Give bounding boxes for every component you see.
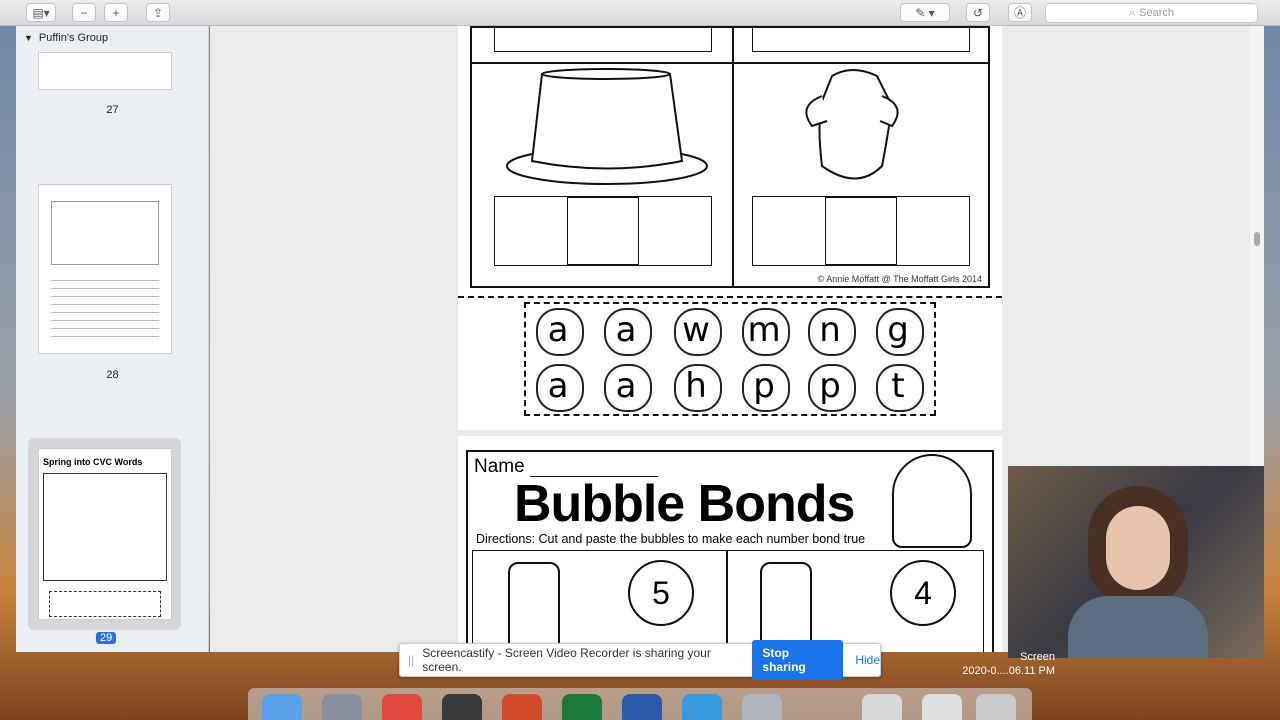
letter-card[interactable]: g [870, 306, 926, 356]
banner-text: Screencastify - Screen Video Recorder is… [422, 646, 711, 674]
bond-circle: 5 [628, 560, 694, 626]
letter-card[interactable]: w [668, 306, 724, 356]
trash-icon[interactable] [976, 694, 1016, 720]
letter-card[interactable]: p [736, 362, 792, 412]
disclosure-triangle-icon: ▼ [24, 33, 33, 43]
desktop-file-label: Screen 2020-0....06.11 PM [962, 651, 1055, 677]
letter-card[interactable]: m [736, 306, 792, 356]
bubble-bottle-image [508, 562, 560, 652]
group-header[interactable]: ▼ Puffin's Group [24, 32, 108, 44]
letter-card[interactable]: h [668, 362, 724, 412]
word-icon[interactable] [622, 694, 662, 720]
screen-share-banner: || Screencastify - Screen Video Recorder… [399, 640, 881, 680]
bubble-bonds-page: Name Bubble Bonds Directions: Cut and pa… [458, 436, 1002, 652]
letter-card[interactable]: p [802, 362, 858, 412]
zoom-in-icon: + [112, 5, 120, 20]
worksheet-page: © Annie Moffatt @ The Moffatt Girls 2014… [458, 26, 1002, 430]
bubble-bottle-image [760, 562, 812, 652]
folder-icon[interactable] [922, 694, 962, 720]
thumbnail-sidebar: ▼ Puffin's Group 27 28 Spring into CVC Wo… [16, 26, 209, 652]
letter-cards: a a w m n g a a h p p t [524, 302, 936, 416]
bubble-bonds-sheet: Name Bubble Bonds Directions: Cut and pa… [466, 450, 994, 652]
answer-boxes-dog [752, 196, 970, 266]
preview-icon[interactable] [742, 694, 782, 720]
drag-handle-icon[interactable]: || [408, 653, 414, 667]
zoom-out-icon: − [80, 5, 88, 20]
letter-card[interactable]: a [530, 362, 586, 412]
search-field[interactable]: ⌕ Search [1045, 3, 1258, 23]
annotate-button[interactable]: Ⓐ [1008, 3, 1032, 22]
page-thumbnail-28[interactable] [38, 184, 172, 354]
letter-card[interactable]: a [530, 306, 586, 356]
thumb-title: Spring into CVC Words [43, 457, 143, 467]
chrome-icon[interactable] [382, 694, 422, 720]
webcam-overlay [1008, 466, 1264, 658]
hide-button[interactable]: Hide [855, 653, 880, 667]
worksheet-title: Bubble Bonds [514, 475, 855, 533]
letter-card[interactable]: t [870, 362, 926, 412]
annotate-icon: Ⓐ [1013, 6, 1026, 20]
document-icon[interactable] [862, 694, 902, 720]
launchpad-icon[interactable] [322, 694, 362, 720]
zoom-in-button[interactable]: + [104, 3, 128, 22]
page-number-28: 28 [106, 369, 119, 381]
share-icon: ⇪ [152, 5, 164, 20]
rotate-button[interactable]: ↺ [966, 3, 990, 22]
directions-text: Directions: Cut and paste the bubbles to… [476, 532, 866, 546]
share-button[interactable]: ⇪ [146, 3, 170, 22]
sidebar-toggle-button[interactable]: ▤▾ [26, 3, 56, 22]
page-thumbnail-29[interactable]: Spring into CVC Words [38, 448, 172, 620]
preview-toolbar: ▤▾ − + ⇪ ✎ ▾ ↺ Ⓐ ⌕ Search [0, 0, 1280, 26]
search-icon: ⌕ [1128, 6, 1136, 19]
dock [248, 688, 1032, 720]
top-hat-image [506, 68, 708, 185]
rotate-icon: ↺ [972, 5, 984, 20]
letter-card[interactable]: a [598, 362, 654, 412]
child-blowing-bubble-image [892, 454, 972, 548]
stop-sharing-button[interactable]: Stop sharing [752, 640, 844, 680]
letter-card[interactable]: n [802, 306, 858, 356]
pen-icon: ✎ ▾ [915, 5, 935, 20]
page-number-27: 27 [106, 104, 119, 116]
cvc-grid: © Annie Moffatt @ The Moffatt Girls 2014 [470, 26, 990, 288]
quicktime-icon[interactable] [442, 694, 482, 720]
dog-image [805, 69, 899, 180]
finder-icon[interactable] [262, 694, 302, 720]
answer-boxes-hat [494, 196, 712, 266]
safari-icon[interactable] [682, 694, 722, 720]
sidebar-icon: ▤▾ [32, 5, 50, 20]
markup-button[interactable]: ✎ ▾ [900, 3, 950, 22]
excel-icon[interactable] [562, 694, 602, 720]
credit-text: © Annie Moffatt @ The Moffatt Girls 2014 [817, 274, 982, 284]
bond-circle: 4 [890, 560, 956, 626]
page-number-29: 29 [96, 632, 117, 644]
powerpoint-icon[interactable] [502, 694, 542, 720]
letter-card[interactable]: a [598, 306, 654, 356]
zoom-out-button[interactable]: − [72, 3, 96, 22]
page-thumbnail-27[interactable] [38, 52, 172, 90]
